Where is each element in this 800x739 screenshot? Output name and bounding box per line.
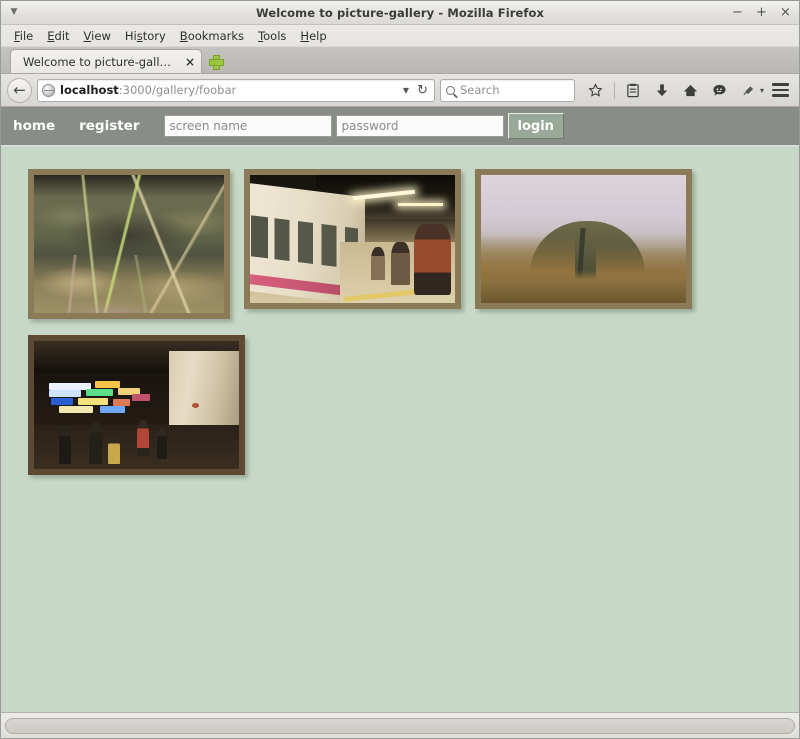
tab-strip: Welcome to picture-gallery × <box>1 47 799 74</box>
star-glyph <box>588 82 604 97</box>
menu-bar: File Edit View History Bookmarks Tools H… <box>1 25 799 47</box>
gallery-thumbnail-mossy-rock[interactable] <box>28 169 230 319</box>
menu-item-tools[interactable]: Tools <box>251 27 293 45</box>
person-far <box>370 246 386 280</box>
person-foreground <box>414 223 451 296</box>
login-button[interactable]: login <box>507 113 564 139</box>
library-icon[interactable] <box>620 77 646 103</box>
close-button[interactable]: × <box>779 6 792 19</box>
gallery-thumbnail-night-street[interactable] <box>28 335 245 475</box>
plus-icon <box>208 54 224 70</box>
address-bar[interactable]: localhost:3000/gallery/foobar ▼ ↻ <box>37 78 435 102</box>
download-glyph <box>656 83 668 96</box>
screen-name-input[interactable] <box>163 115 332 137</box>
navigation-toolbar: ← localhost:3000/gallery/foobar ▼ ↻ Sear… <box>1 74 799 107</box>
tab-close-icon[interactable]: × <box>173 56 195 68</box>
gallery-thumbnail-foggy-ridge[interactable] <box>475 169 692 309</box>
address-bar-text: localhost:3000/gallery/foobar <box>60 83 395 97</box>
bookmark-star-icon[interactable] <box>583 77 609 103</box>
person-in-red-coat <box>136 420 149 457</box>
menu-item-view[interactable]: View <box>77 27 118 45</box>
maximize-button[interactable]: + <box>755 6 768 19</box>
photo-train-station-platform <box>250 175 455 303</box>
menu-item-help[interactable]: Help <box>293 27 333 45</box>
chat-icon[interactable] <box>707 77 733 103</box>
person-mid <box>391 241 410 286</box>
person-walking-1 <box>58 425 71 464</box>
browser-window: ▼ Welcome to picture-gallery - Mozilla F… <box>0 0 800 739</box>
url-host: localhost <box>60 83 119 97</box>
neon-signs <box>46 379 169 423</box>
search-icon <box>445 85 455 95</box>
toolbar-icons: ▾ <box>580 77 793 103</box>
grass-bottom <box>481 269 686 303</box>
globe-icon <box>42 83 55 97</box>
menu-item-history[interactable]: History <box>118 27 173 45</box>
chevron-down-icon[interactable]: ▾ <box>760 86 764 95</box>
hamburger-icon <box>771 83 789 97</box>
photo-night-city-street-neon <box>34 341 239 469</box>
chevron-down-icon[interactable]: ▼ <box>400 86 412 95</box>
menu-item-bookmarks[interactable]: Bookmarks <box>173 27 251 45</box>
resize-grip[interactable] <box>5 717 795 734</box>
page-content: home register login <box>1 107 799 712</box>
gallery-thumbnail-train-platform[interactable] <box>244 169 461 309</box>
nav-link-register[interactable]: register <box>79 118 139 134</box>
back-arrow-icon: ← <box>13 80 26 99</box>
pin-icon[interactable] <box>736 77 762 103</box>
home-glyph <box>684 84 698 96</box>
window-controls: − + × <box>731 6 799 19</box>
window-title: Welcome to picture-gallery - Mozilla Fir… <box>255 5 545 20</box>
person-walking-3 <box>157 428 168 459</box>
nav-link-home[interactable]: home <box>13 118 55 134</box>
home-icon[interactable] <box>678 77 704 103</box>
site-navigation-bar: home register login <box>1 107 799 147</box>
back-button[interactable]: ← <box>7 77 32 103</box>
status-bar <box>1 712 799 738</box>
person-walking-2 <box>89 421 102 464</box>
new-tab-button[interactable] <box>202 49 228 73</box>
photo-foggy-mountain-ridge <box>481 175 686 303</box>
pin-glyph <box>743 85 754 95</box>
password-input[interactable] <box>335 115 504 137</box>
menu-item-file[interactable]: File <box>7 27 40 45</box>
photo-mossy-rock-with-grass <box>34 175 224 313</box>
tab-picture-gallery[interactable]: Welcome to picture-gallery × <box>10 49 203 73</box>
library-glyph <box>627 83 639 97</box>
toolbar-separator <box>613 81 615 99</box>
menu-item-edit[interactable]: Edit <box>40 27 76 45</box>
menu-button[interactable] <box>767 77 793 103</box>
chat-bubble-glyph <box>713 84 727 96</box>
download-icon[interactable] <box>649 77 675 103</box>
reload-icon[interactable]: ↻ <box>417 83 430 98</box>
tab-label: Welcome to picture-gallery <box>23 54 173 69</box>
minimize-button[interactable]: − <box>731 6 744 19</box>
window-menu-icon[interactable]: ▼ <box>1 8 27 17</box>
url-path: :3000/gallery/foobar <box>118 83 237 97</box>
ceiling-light-2 <box>397 203 443 207</box>
photo-gallery <box>1 147 799 491</box>
search-box[interactable]: Search <box>439 78 575 102</box>
search-placeholder: Search <box>459 83 500 97</box>
title-bar: ▼ Welcome to picture-gallery - Mozilla F… <box>1 1 799 25</box>
person-in-yellow <box>107 435 121 464</box>
